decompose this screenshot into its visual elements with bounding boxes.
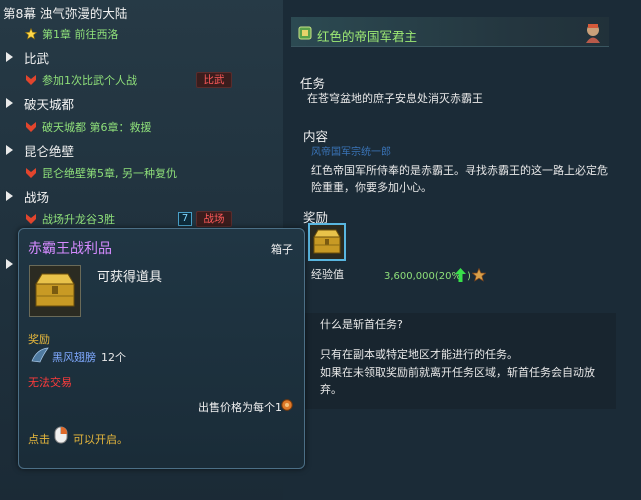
category-label-kunlun[interactable]: 昆仑绝壁 [24, 141, 74, 160]
quest-marker-icon [26, 214, 36, 224]
expand-arrow-icon[interactable] [6, 259, 13, 269]
expand-arrow-icon[interactable] [6, 145, 13, 155]
tooltip-reward-label: 奖励 [28, 333, 50, 346]
quest-marker-icon [26, 122, 36, 132]
quest-link-battlefield[interactable]: 战场升龙谷3胜 [42, 211, 115, 227]
tooltip-click-prefix: 点击 [28, 433, 50, 446]
expand-arrow-icon[interactable] [6, 191, 13, 201]
bonus-star-icon [472, 268, 486, 282]
category-label-pvp[interactable]: 比武 [24, 48, 49, 67]
info-question: 什么是斩首任务? [320, 318, 403, 331]
quest-tag-battlefield: 战场 [196, 211, 232, 227]
black-wind-wings-icon [31, 347, 49, 363]
tooltip-untradable: 无法交易 [28, 376, 72, 389]
quest-book-icon [298, 26, 312, 40]
content-speaker: 风帝国军宗统一郎 [311, 147, 391, 158]
quest-title: 红色的帝国军君主 [317, 29, 418, 44]
content-header: 内容 [303, 129, 329, 144]
treasure-chest-icon [313, 229, 341, 254]
quest-marker-icon [26, 75, 36, 85]
tooltip-click-suffix: 可以开启。 [73, 433, 128, 446]
content-description: 红色帝国军所侍奉的是赤霸王。寻找赤霸王的这一路上必定危险重重，你要多加小心。 [311, 164, 608, 194]
exp-label: 经验值 [311, 268, 344, 281]
info-line-1: 只有在副本或特定地区才能进行的任务。 [320, 348, 518, 361]
chapter-title: 第8幕 浊气弥漫的大陆 [3, 6, 128, 21]
quest-link-pvp[interactable]: 参加1次比武个人战 [42, 72, 137, 88]
star-icon [25, 28, 37, 40]
tooltip-item-type: 箱子 [271, 243, 293, 256]
tooltip-item-slot [29, 265, 81, 317]
copper-coin-icon [281, 399, 293, 411]
task-description: 在苍穹盆地的庶子安息处消灭赤霸王 [307, 92, 483, 105]
mouse-right-click-icon [54, 426, 68, 444]
quest-tag-pvp: 比武 [196, 72, 232, 88]
npc-portrait-icon[interactable] [583, 22, 603, 44]
quest-count-badge: 7 [178, 212, 192, 226]
info-line-2: 如果在未领取奖励前就离开任务区域，斩首任务会自动放弃。 [320, 366, 595, 396]
chapter-quest-link[interactable]: 第1章 前往西洛 [42, 26, 119, 42]
item-tooltip: 赤霸王战利品 箱子 可获得道具 奖励 黑风翅膀 12个 无法交易 出售价格为每个… [18, 228, 305, 469]
expand-arrow-icon[interactable] [6, 52, 13, 62]
reward-item-slot[interactable] [308, 223, 346, 261]
quest-marker-icon [26, 168, 36, 178]
treasure-chest-icon [35, 273, 75, 307]
tooltip-title: 赤霸王战利品 [28, 241, 112, 257]
tooltip-sell-price: 出售价格为每个1 [198, 401, 282, 414]
tooltip-obtainable: 可获得道具 [97, 270, 163, 285]
expand-arrow-icon[interactable] [6, 98, 13, 108]
tooltip-item-name: 黑风翅膀 [52, 351, 96, 364]
quest-link-potian[interactable]: 破天城都 第6章：救援 [42, 119, 152, 135]
game-screen: 第8幕 浊气弥漫的大陆 第1章 前往西洛 比武 参加1次比武个人战 比武 破天城… [0, 0, 641, 500]
category-label-battlefield[interactable]: 战场 [24, 187, 49, 206]
quest-link-kunlun[interactable]: 昆仑绝壁第5章, 另一种复仇 [42, 165, 177, 181]
category-label-potian[interactable]: 破天城都 [24, 94, 74, 113]
tooltip-item-count: 12个 [101, 351, 126, 364]
exp-up-arrow-icon [455, 268, 466, 282]
